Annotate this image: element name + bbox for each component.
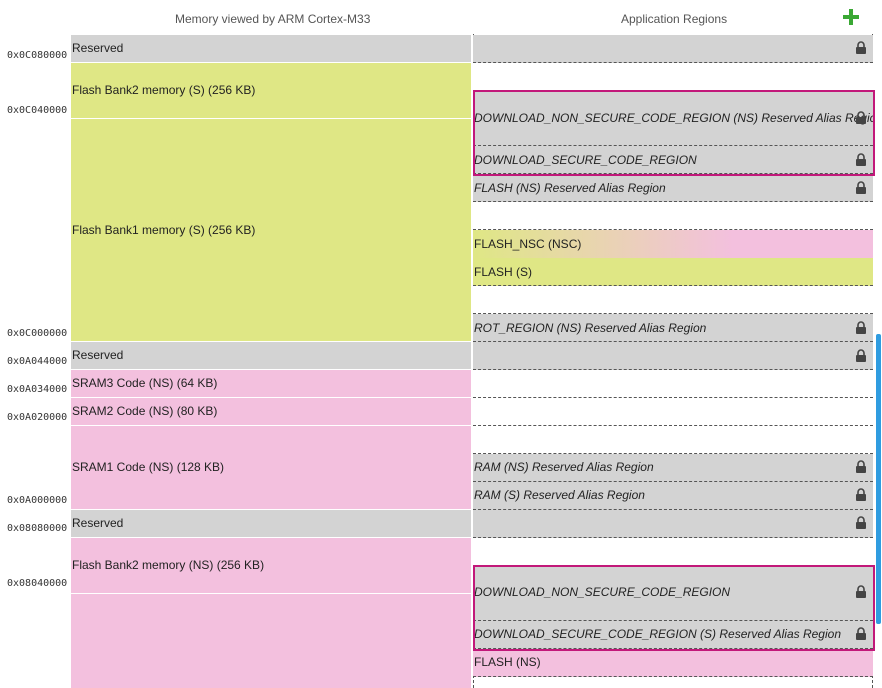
lock-icon bbox=[856, 488, 866, 501]
lock-icon bbox=[856, 349, 866, 362]
memory-block-flash-bank1-s[interactable]: Flash Bank1 memory (S) (256 KB) bbox=[71, 119, 471, 342]
region-label: DOWNLOAD_NON_SECURE_CODE_REGION (NS) Res… bbox=[474, 111, 873, 125]
lock-icon bbox=[856, 181, 866, 194]
memory-block-reserved[interactable]: Reserved bbox=[71, 35, 471, 63]
address-label: 0x0C080000 bbox=[7, 50, 68, 61]
memory-block-label: Reserved bbox=[72, 348, 124, 362]
memory-column-header: Memory viewed by ARM Cortex-M33 bbox=[175, 12, 371, 26]
region-label: FLASH (S) bbox=[474, 265, 533, 279]
region-label: DOWNLOAD_NON_SECURE_CODE_REGION bbox=[474, 585, 731, 599]
lock-icon bbox=[856, 585, 866, 598]
regions-column-header: Application Regions bbox=[621, 12, 728, 26]
region-row[interactable]: DOWNLOAD_NON_SECURE_CODE_REGION (NS) Res… bbox=[473, 91, 873, 146]
memory-block-reserved[interactable]: Reserved bbox=[71, 510, 471, 538]
region-row[interactable] bbox=[473, 426, 873, 454]
region-label: FLASH (NS) bbox=[474, 655, 541, 669]
add-region-plus-icon[interactable] bbox=[840, 6, 862, 28]
region-row[interactable] bbox=[473, 202, 873, 230]
memory-block-label: SRAM3 Code (NS) (64 KB) bbox=[72, 376, 218, 390]
lock-icon bbox=[856, 460, 866, 473]
region-label: DOWNLOAD_SECURE_CODE_REGION bbox=[474, 153, 697, 167]
region-row[interactable]: DOWNLOAD_SECURE_CODE_REGION (S) Reserved… bbox=[473, 621, 873, 649]
memory-block-sram2[interactable]: SRAM2 Code (NS) (80 KB) bbox=[71, 398, 471, 426]
region-row[interactable] bbox=[473, 510, 873, 538]
address-label: 0x0A044000 bbox=[7, 356, 68, 367]
memory-block-label: Flash Bank2 memory (S) (256 KB) bbox=[72, 83, 256, 97]
memory-block-flash-bank2-ns[interactable]: Flash Bank2 memory (NS) (256 KB) bbox=[71, 538, 471, 594]
region-row[interactable] bbox=[473, 342, 873, 370]
memory-block-flash-bank2-s[interactable]: Flash Bank2 memory (S) (256 KB) bbox=[71, 63, 471, 119]
region-label: DOWNLOAD_SECURE_CODE_REGION (S) Reserved… bbox=[474, 627, 841, 641]
address-label: 0x0A000000 bbox=[7, 495, 68, 506]
memory-block-label: Reserved bbox=[72, 41, 124, 55]
lock-icon bbox=[856, 41, 866, 54]
lock-icon bbox=[856, 516, 866, 529]
memory-block-label: Flash Bank1 memory (S) (256 KB) bbox=[72, 223, 256, 237]
region-label: FLASH (NS) Reserved Alias Region bbox=[474, 181, 666, 195]
address-label: 0x0C040000 bbox=[7, 105, 68, 116]
region-row[interactable] bbox=[473, 35, 873, 63]
region-row-flash-s[interactable]: FLASH (S) bbox=[473, 258, 873, 286]
region-label: ROT_REGION (NS) Reserved Alias Region bbox=[474, 321, 707, 335]
region-row-flash-nsc[interactable]: FLASH_NSC (NSC) bbox=[473, 230, 873, 258]
region-row[interactable]: RAM (NS) Reserved Alias Region bbox=[473, 454, 873, 482]
address-label: 0x08040000 bbox=[7, 578, 68, 589]
memory-block-label: Flash Bank2 memory (NS) (256 KB) bbox=[72, 558, 265, 572]
region-row[interactable]: DOWNLOAD_NON_SECURE_CODE_REGION bbox=[473, 566, 873, 621]
region-row[interactable] bbox=[473, 538, 873, 566]
region-label: FLASH_NSC (NSC) bbox=[474, 237, 582, 251]
lock-icon bbox=[856, 627, 866, 640]
memory-block-reserved[interactable]: Reserved bbox=[71, 342, 471, 370]
region-row[interactable]: DOWNLOAD_SECURE_CODE_REGION bbox=[473, 146, 873, 174]
memory-block-label: SRAM2 Code (NS) (80 KB) bbox=[72, 404, 218, 418]
memory-block-flash-bank1-ns[interactable] bbox=[71, 594, 471, 688]
lock-icon bbox=[856, 153, 866, 166]
region-row[interactable]: FLASH (NS) Reserved Alias Region bbox=[473, 174, 873, 202]
memory-block-label: SRAM1 Code (NS) (128 KB) bbox=[72, 460, 225, 474]
region-row[interactable] bbox=[473, 370, 873, 398]
lock-icon bbox=[856, 111, 866, 124]
region-row[interactable] bbox=[473, 398, 873, 426]
memory-block-sram3[interactable]: SRAM3 Code (NS) (64 KB) bbox=[71, 370, 471, 398]
region-label: RAM (NS) Reserved Alias Region bbox=[474, 460, 654, 474]
memory-block-label: Reserved bbox=[72, 516, 124, 530]
region-label: RAM (S) Reserved Alias Region bbox=[474, 488, 645, 502]
region-row[interactable] bbox=[473, 286, 873, 314]
memory-block-sram1[interactable]: SRAM1 Code (NS) (128 KB) bbox=[71, 426, 471, 510]
lock-icon bbox=[856, 321, 866, 334]
region-row[interactable] bbox=[473, 63, 873, 91]
address-label: 0x0C000000 bbox=[7, 328, 68, 339]
region-row[interactable]: ROT_REGION (NS) Reserved Alias Region bbox=[473, 314, 873, 342]
vertical-scrollbar[interactable] bbox=[876, 334, 881, 624]
region-row[interactable]: RAM (S) Reserved Alias Region bbox=[473, 482, 873, 510]
address-label: 0x0A020000 bbox=[7, 412, 68, 423]
address-label: 0x08080000 bbox=[7, 523, 68, 534]
address-label: 0x0A034000 bbox=[7, 384, 68, 395]
region-row-flash-ns[interactable]: FLASH (NS) bbox=[473, 649, 873, 677]
